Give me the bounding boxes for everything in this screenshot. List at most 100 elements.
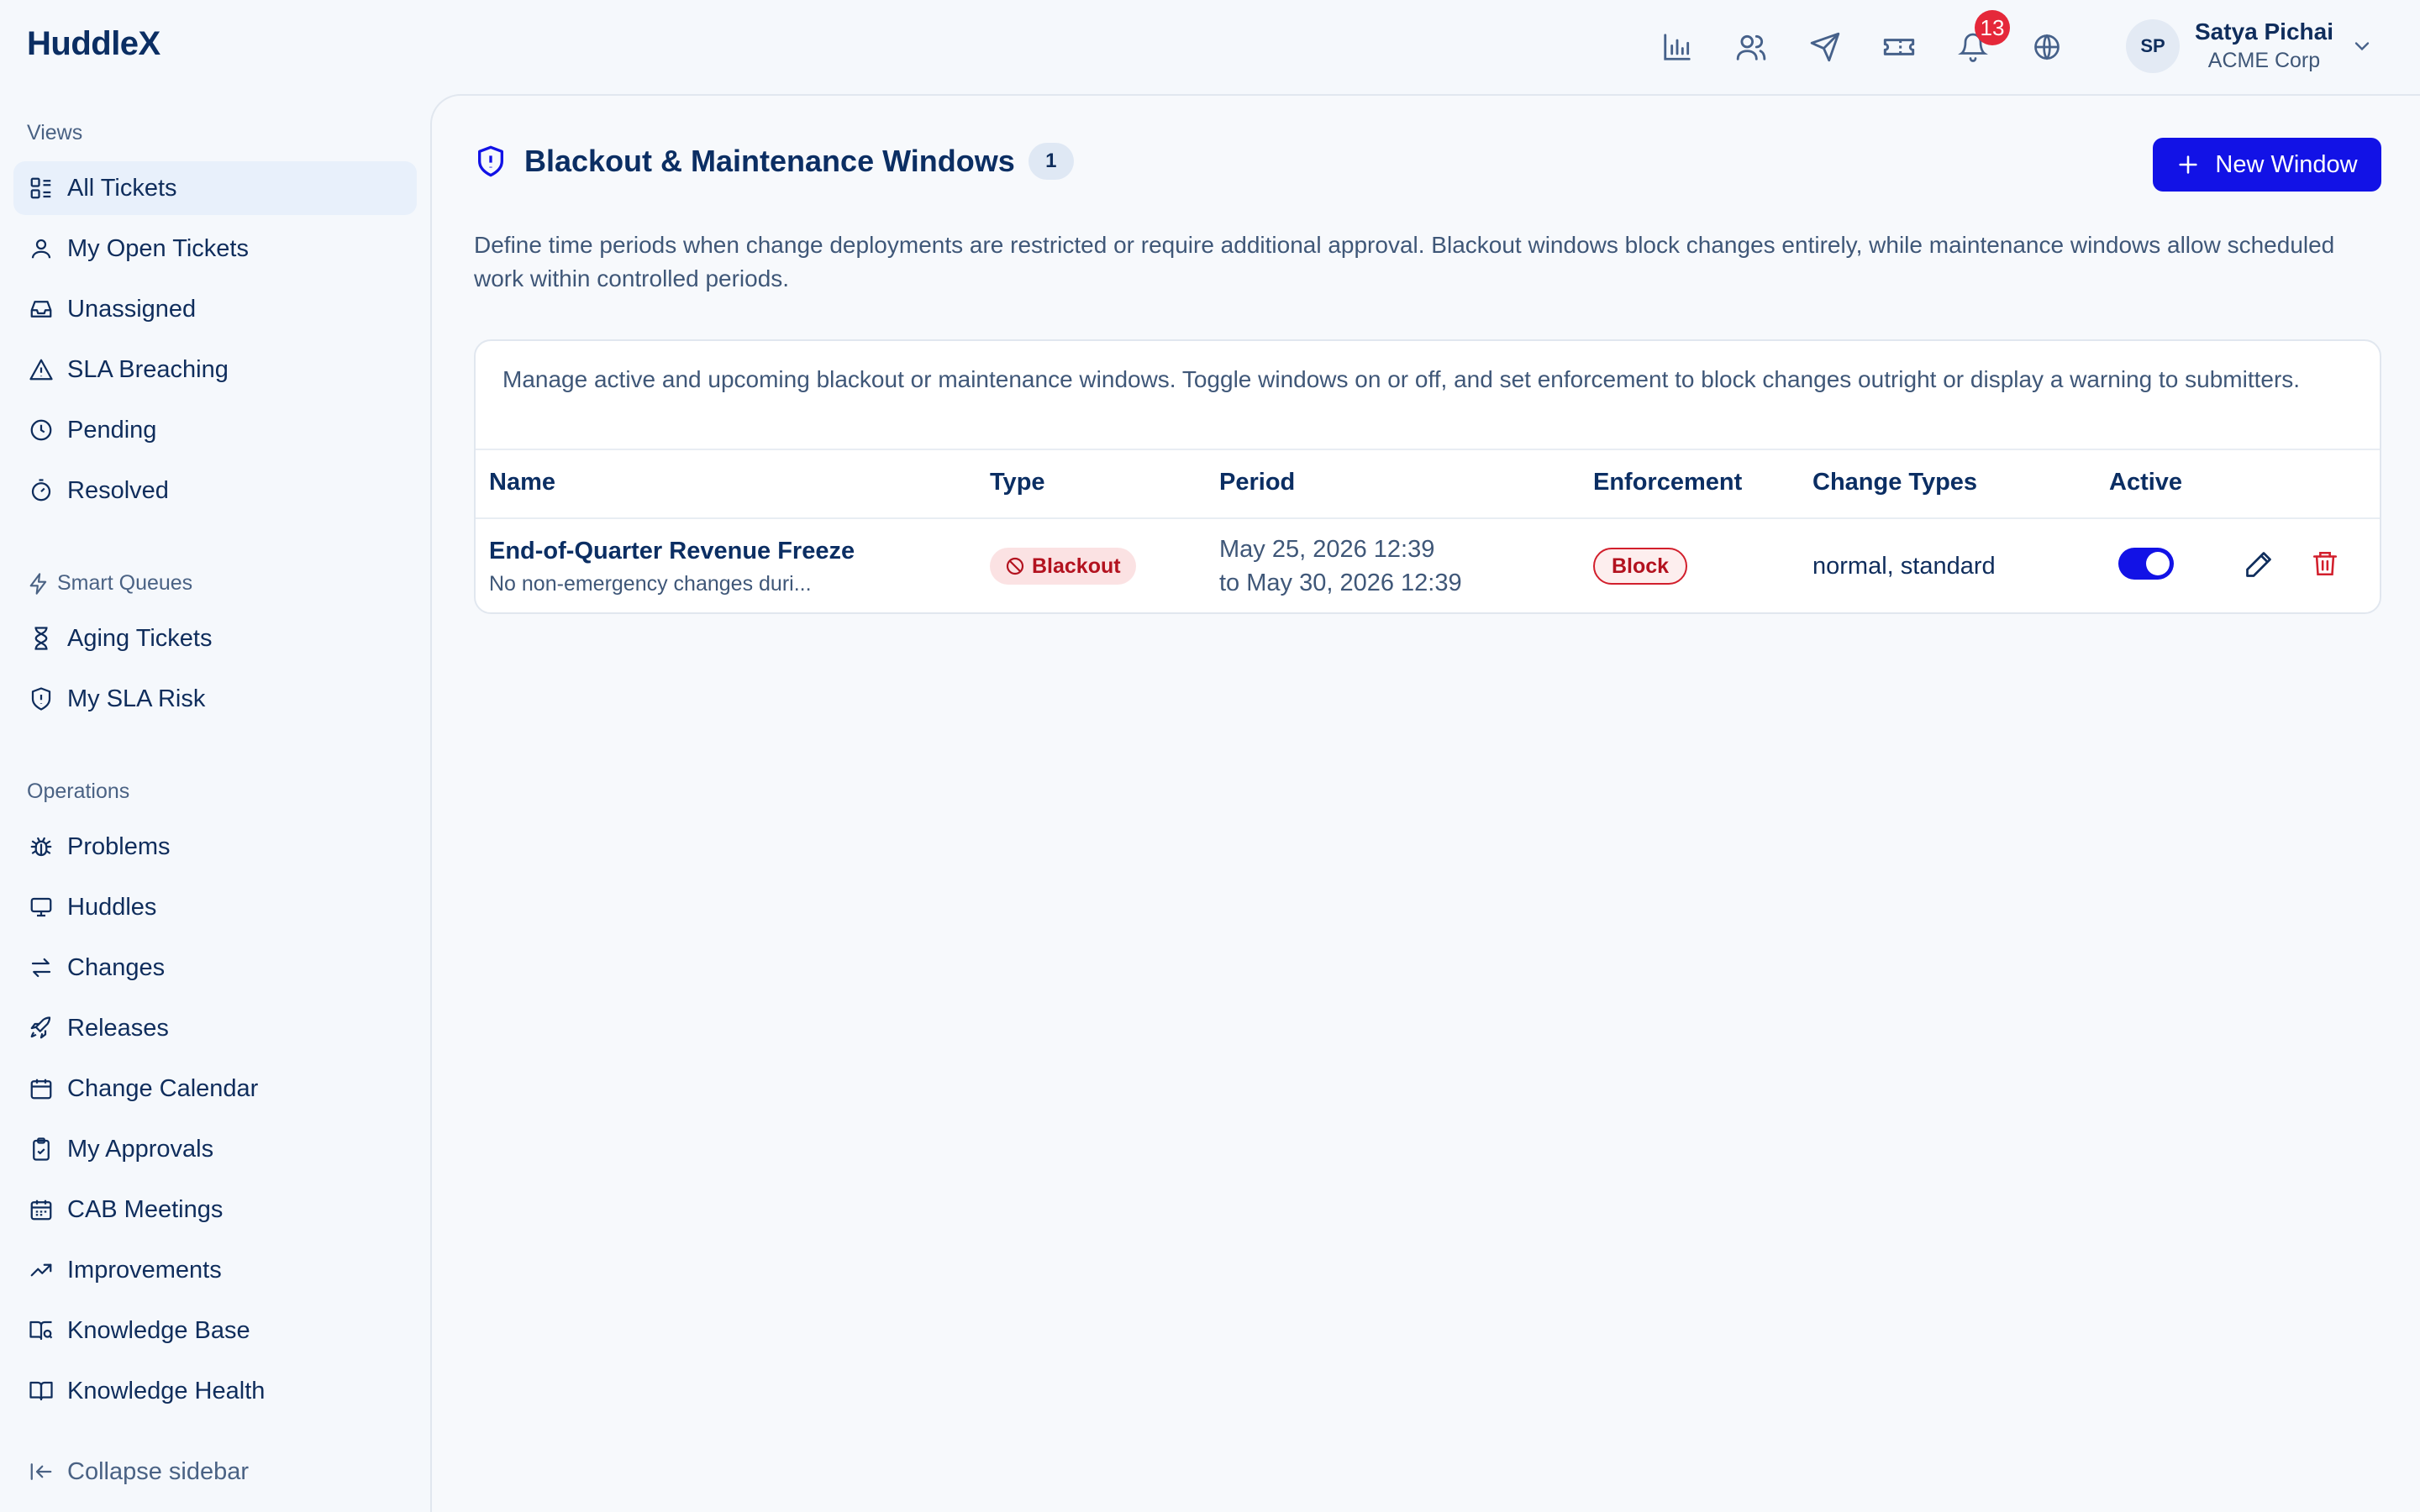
sidebar-item-changes[interactable]: Changes [13, 941, 417, 995]
sidebar-item-problems[interactable]: Problems [13, 820, 417, 874]
sidebar-item-all-tickets[interactable]: All Tickets [13, 161, 417, 215]
list-icon [27, 174, 55, 202]
change-types: normal, standard [1812, 553, 1996, 580]
top-bar: HuddleX 13 SP Satya Pichai ACME Corp [0, 0, 2420, 94]
col-name[interactable]: Name [489, 469, 555, 496]
period-cell: May 25, 2026 12:39 to May 30, 2026 12:39 [1219, 533, 1462, 600]
col-period[interactable]: Period [1219, 469, 1295, 496]
warning-icon [27, 355, 55, 384]
sidebar-item-label: SLA Breaching [67, 355, 229, 383]
window-name[interactable]: End-of-Quarter Revenue Freeze [489, 538, 855, 565]
user-icon [27, 234, 55, 263]
sidebar-item-releases[interactable]: Releases [13, 1001, 417, 1055]
sidebar-item-resolved[interactable]: Resolved [13, 464, 417, 517]
col-change-types[interactable]: Change Types [1812, 469, 1977, 496]
type-badge: Blackout [990, 548, 1136, 585]
sidebar-item-label: Change Calendar [67, 1074, 259, 1102]
chevron-down-icon [2350, 34, 2374, 58]
notification-badge: 13 [1975, 10, 2010, 45]
user-menu[interactable]: SP Satya Pichai ACME Corp [2126, 18, 2374, 73]
sidebar-item-my-approvals[interactable]: My Approvals [13, 1122, 417, 1176]
type-cell: Blackout [990, 548, 1136, 585]
sidebar-item-label: Releases [67, 1014, 169, 1042]
calendar-icon [27, 1074, 55, 1103]
period-start: May 25, 2026 12:39 [1219, 536, 1435, 563]
sidebar-item-label: Huddles [67, 893, 157, 921]
enforcement-cell: Block [1593, 548, 1688, 585]
clock-icon [27, 416, 55, 444]
bell-icon[interactable]: 13 [1951, 10, 2010, 69]
count-badge: 1 [1028, 143, 1074, 180]
users-icon[interactable] [1729, 25, 1773, 69]
sidebar-item-knowledge-base[interactable]: Knowledge Base [13, 1304, 417, 1357]
send-icon[interactable] [1803, 25, 1847, 69]
sidebar-item-my-open-tickets[interactable]: My Open Tickets [13, 222, 417, 276]
sidebar-item-my-sla-risk[interactable]: My SLA Risk [13, 672, 417, 726]
active-cell [2118, 548, 2174, 580]
sidebar-item-label: Knowledge Health [67, 1377, 266, 1404]
period-end: to May 30, 2026 12:39 [1219, 570, 1462, 596]
table-row: End-of-Quarter Revenue Freeze No non-eme… [476, 519, 2380, 612]
col-type[interactable]: Type [990, 469, 1045, 496]
sidebar-item-label: Aging Tickets [67, 624, 213, 652]
hourglass-icon [27, 624, 55, 653]
new-window-button[interactable]: New Window [2153, 138, 2381, 192]
sidebar-item-huddles[interactable]: Huddles [13, 880, 417, 934]
inbox-icon [27, 295, 55, 323]
sidebar-item-pending[interactable]: Pending [13, 403, 417, 457]
page-title: Blackout & Maintenance Windows [524, 144, 1015, 178]
calendar-grid-icon [27, 1195, 55, 1224]
sidebar-item-change-calendar[interactable]: Change Calendar [13, 1062, 417, 1116]
collapse-left-icon [27, 1457, 55, 1486]
bar-chart-icon[interactable] [1655, 25, 1699, 69]
sidebar-item-label: Pending [67, 416, 157, 444]
book-open-icon [27, 1377, 55, 1405]
toggle-knob [2146, 552, 2170, 575]
row-name-cell: End-of-Quarter Revenue Freeze No non-eme… [489, 538, 855, 596]
windows-card: Manage active and upcoming blackout or m… [474, 339, 2381, 614]
sidebar-item-knowledge-health[interactable]: Knowledge Health [13, 1364, 417, 1418]
sidebar-item-label: All Tickets [67, 174, 177, 202]
section-label-views: Views [27, 121, 83, 144]
main-content: Blackout & Maintenance Windows 1 New Win… [430, 94, 2420, 1512]
sidebar-item-label: CAB Meetings [67, 1195, 224, 1223]
top-icon-group: 13 [1655, 10, 2099, 69]
card-description: Manage active and upcoming blackout or m… [476, 341, 2380, 450]
active-toggle[interactable] [2118, 548, 2174, 580]
shield-alert-icon [474, 144, 508, 178]
trash-icon[interactable] [2311, 549, 2339, 578]
table-header: Name Type Period Enforcement Change Type… [476, 450, 2380, 519]
arrows-icon [27, 953, 55, 982]
monitor-icon [27, 893, 55, 921]
plus-icon [2176, 153, 2200, 176]
sidebar-item-unassigned[interactable]: Unassigned [13, 282, 417, 336]
collapse-sidebar-button[interactable]: Collapse sidebar [13, 1445, 417, 1499]
ticket-icon[interactable] [1877, 25, 1921, 69]
enforcement-badge: Block [1593, 548, 1688, 585]
collapse-label: Collapse sidebar [67, 1457, 250, 1485]
type-label: Blackout [1032, 554, 1121, 578]
col-enforcement[interactable]: Enforcement [1593, 469, 1742, 496]
sidebar-item-cab-meetings[interactable]: CAB Meetings [13, 1183, 417, 1236]
edit-icon[interactable] [2244, 549, 2274, 580]
section-label-smart-queues: Smart Queues [27, 571, 192, 596]
sidebar-item-label: Resolved [67, 476, 169, 504]
col-active[interactable]: Active [2109, 469, 2182, 496]
sidebar-item-label: Knowledge Base [67, 1316, 250, 1344]
window-subtitle: No non-emergency changes duri... [489, 572, 812, 596]
sidebar-item-aging-tickets[interactable]: Aging Tickets [13, 612, 417, 665]
sidebar-item-sla-breaching[interactable]: SLA Breaching [13, 343, 417, 396]
sidebar-item-label: My Approvals [67, 1135, 214, 1163]
globe-icon[interactable] [2025, 25, 2069, 69]
sidebar-item-improvements[interactable]: Improvements [13, 1243, 417, 1297]
timer-icon [27, 476, 55, 505]
book-search-icon [27, 1316, 55, 1345]
sidebar-item-label: My SLA Risk [67, 685, 206, 712]
sidebar-item-label: My Open Tickets [67, 234, 249, 262]
sidebar-item-label: Changes [67, 953, 166, 981]
app-logo[interactable]: HuddleX [27, 25, 160, 63]
sidebar-item-label: Problems [67, 832, 171, 860]
ban-icon [1005, 556, 1032, 576]
sidebar-item-label: Improvements [67, 1256, 222, 1284]
new-window-label: New Window [2215, 150, 2358, 178]
